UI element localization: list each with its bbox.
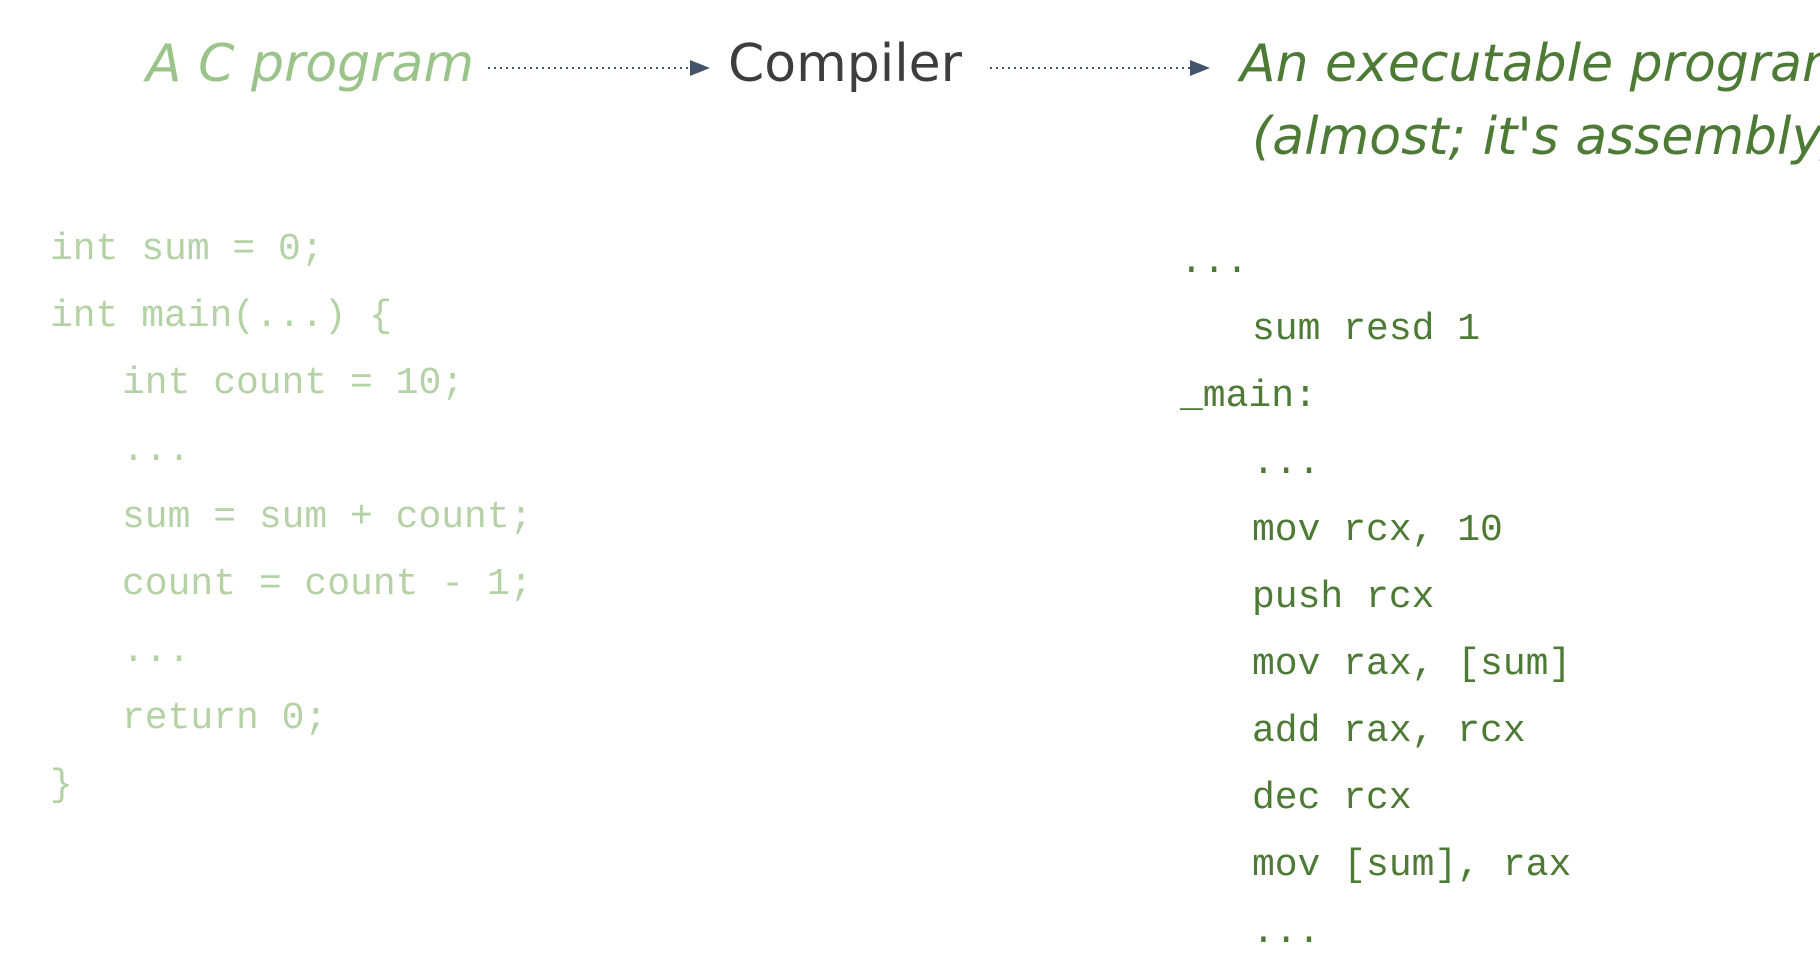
asm-code-line: _main: — [1180, 375, 1317, 418]
arrow-to-compiler-icon — [488, 60, 710, 76]
executable-program-note: (almost; it's assembly) — [1252, 107, 1820, 167]
asm-code-line: add rax, rcx — [1252, 710, 1526, 753]
asm-code-line: ... — [1180, 241, 1249, 284]
c-code-line: ... — [122, 630, 191, 673]
c-code-line: int sum = 0; — [50, 228, 324, 271]
asm-code-line: ... — [1252, 442, 1321, 485]
c-code-line: sum = sum + count; — [122, 496, 533, 539]
c-code-line: } — [50, 764, 73, 807]
c-code-line: return 0; — [122, 697, 328, 740]
c-code-line: int main(...) { — [50, 295, 393, 338]
arrow-to-executable-icon — [990, 60, 1210, 76]
asm-code-line: push rcx — [1252, 576, 1435, 619]
asm-code-line: mov rcx, 10 — [1252, 509, 1503, 552]
compiler-label: Compiler — [728, 34, 963, 94]
asm-code-line: dec rcx — [1252, 777, 1412, 820]
asm-code-line: mov [sum], rax — [1252, 844, 1572, 887]
c-code-line: count = count - 1; — [122, 563, 533, 606]
c-source-code: int sum = 0; int main(...) { int count = 1… — [50, 216, 532, 819]
source-program-label: A C program — [146, 34, 475, 94]
c-code-line: ... — [122, 429, 191, 472]
c-code-line: int count = 10; — [122, 362, 465, 405]
executable-program-label: An executable program — [1240, 34, 1820, 94]
assembly-code: ... sum resd 1 _main:... mov rcx, 10 push rc… — [1180, 229, 1571, 966]
asm-code-line: ... — [1252, 911, 1321, 954]
asm-code-line: sum resd 1 — [1252, 308, 1481, 351]
asm-code-line: mov rax, [sum] — [1252, 643, 1572, 686]
